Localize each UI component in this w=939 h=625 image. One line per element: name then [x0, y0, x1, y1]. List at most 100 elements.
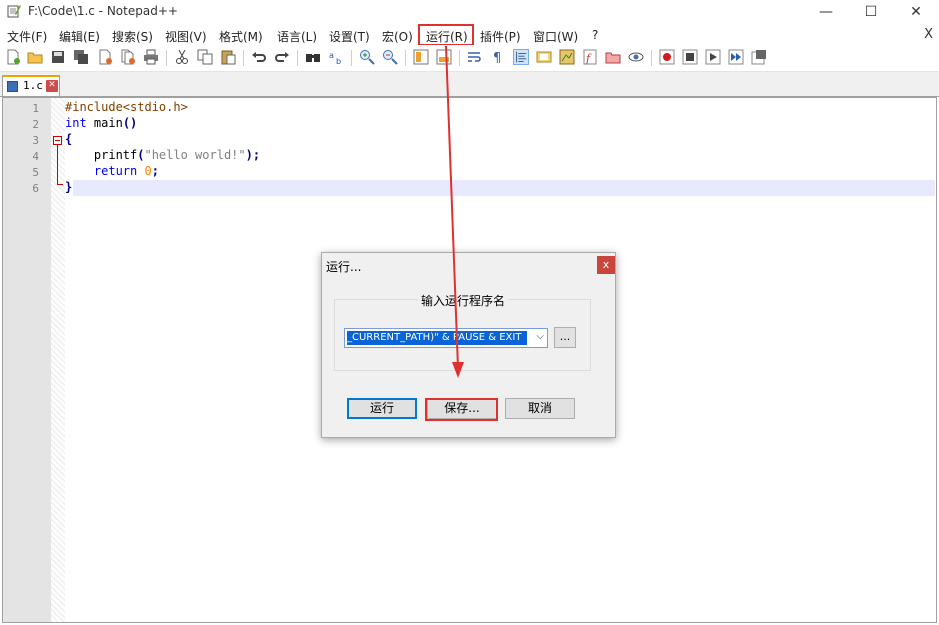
menu-search[interactable]: 搜索(S) [112, 28, 153, 45]
code-line-5: return 0; [65, 164, 159, 178]
tab-label: 1.c [23, 79, 43, 92]
fold-margin [51, 98, 65, 622]
monitoring-eye-icon[interactable] [628, 49, 644, 65]
sync-vertical-icon[interactable] [413, 49, 429, 65]
run-macro-multiple-icon[interactable] [728, 49, 744, 65]
record-macro-icon[interactable] [659, 49, 675, 65]
toolbar-separator [405, 50, 406, 66]
line-number: 1 [32, 102, 39, 115]
replace-icon[interactable]: ab [328, 49, 344, 65]
close-button[interactable]: ✕ [893, 0, 939, 24]
command-combobox[interactable]: _CURRENT_PATH)" & PAUSE & EXIT ⌵ [344, 328, 548, 348]
menu-edit[interactable]: 编辑(E) [59, 28, 100, 45]
menu-settings[interactable]: 设置(T) [329, 28, 370, 45]
menu-view[interactable]: 视图(V) [165, 28, 207, 45]
run-button[interactable]: 运行 [347, 398, 417, 419]
saved-file-icon [7, 81, 18, 92]
toolbar: ab ¶ f [0, 45, 939, 72]
run-menu-highlight [418, 24, 474, 46]
menu-language[interactable]: 语言(L) [277, 28, 317, 45]
code-line-1: #include<stdio.h> [65, 100, 188, 114]
tab-1-c[interactable]: 1.c ✕ [2, 75, 60, 96]
menu-macro[interactable]: 宏(O) [382, 28, 413, 45]
code-line-6: } [65, 180, 72, 194]
svg-text:a: a [329, 51, 334, 60]
close-document-button[interactable]: X [924, 27, 933, 42]
menu-help[interactable]: ? [592, 28, 598, 42]
paste-icon[interactable] [220, 49, 236, 65]
word-wrap-icon[interactable] [467, 49, 483, 65]
stop-macro-icon[interactable] [682, 49, 698, 65]
save-all-icon[interactable] [73, 49, 89, 65]
dialog-title: 运行... [326, 260, 362, 274]
define-language-icon[interactable] [536, 49, 552, 65]
indent-guide-icon[interactable] [513, 49, 529, 65]
play-macro-icon[interactable] [705, 49, 721, 65]
code-line-3: { [65, 132, 72, 146]
line-number: 2 [32, 118, 39, 131]
find-icon[interactable] [305, 49, 321, 65]
tab-close-icon[interactable]: ✕ [46, 80, 58, 92]
toolbar-separator [166, 50, 167, 66]
sync-horizontal-icon[interactable] [436, 49, 452, 65]
redo-icon[interactable] [274, 49, 290, 65]
toolbar-separator [351, 50, 352, 66]
line-number-gutter: 1 2 3 4 5 6 [3, 98, 51, 622]
code-token-string: "hello world!" [144, 148, 246, 162]
command-input-value[interactable]: _CURRENT_PATH)" & PAUSE & EXIT [347, 331, 527, 345]
code-token-keyword: int [65, 116, 87, 130]
function-list-icon[interactable]: f [582, 49, 598, 65]
code-line-2: int main() [65, 116, 137, 130]
menu-plugins[interactable]: 插件(P) [480, 28, 521, 45]
undo-icon[interactable] [251, 49, 267, 65]
code-token-identifier: main [86, 116, 123, 130]
fold-guide [57, 145, 58, 184]
fold-guide-end [57, 184, 63, 185]
code-token-operator: } [65, 180, 73, 194]
window-title: F:\Code\1.c - Notepad++ [28, 4, 178, 18]
close-file-icon[interactable] [97, 49, 113, 65]
show-all-chars-icon[interactable]: ¶ [490, 49, 506, 65]
line-number: 3 [32, 134, 39, 147]
toolbar-separator [459, 50, 460, 66]
tab-strip: 1.c ✕ [0, 72, 939, 97]
maximize-button[interactable]: ☐ [848, 0, 894, 24]
print-icon[interactable] [143, 49, 159, 65]
save-button-highlight [425, 398, 498, 421]
zoom-out-icon[interactable] [382, 49, 398, 65]
folder-workspace-icon[interactable] [605, 49, 621, 65]
code-token-operator: ); [245, 148, 261, 162]
minimize-button[interactable]: — [803, 0, 849, 24]
toolbar-separator [297, 50, 298, 66]
code-token-identifier: printf [65, 148, 138, 162]
code-token-number: 0 [144, 164, 152, 178]
program-name-label: 输入运行程序名 [418, 292, 509, 309]
title-bar: F:\Code\1.c - Notepad++ — ☐ ✕ [0, 0, 939, 24]
code-line-4: printf("hello world!"); [65, 148, 260, 162]
close-all-icon[interactable] [120, 49, 136, 65]
cut-icon[interactable] [174, 49, 190, 65]
code-token-operator: () [122, 116, 138, 130]
copy-icon[interactable] [197, 49, 213, 65]
cancel-button[interactable]: 取消 [505, 398, 575, 419]
code-token-keyword: return [65, 164, 138, 178]
open-file-icon[interactable] [27, 49, 43, 65]
doc-map-icon[interactable] [559, 49, 575, 65]
browse-button[interactable]: ... [554, 327, 576, 348]
toolbar-separator [651, 50, 652, 66]
menu-file[interactable]: 文件(F) [7, 28, 47, 45]
zoom-in-icon[interactable] [359, 49, 375, 65]
save-icon[interactable] [50, 49, 66, 65]
chevron-down-icon[interactable]: ⌵ [536, 331, 544, 342]
save-macro-icon[interactable] [751, 49, 767, 65]
notepad-app-icon [7, 5, 21, 18]
code-token-operator: ; [151, 164, 159, 178]
menu-format[interactable]: 格式(M) [219, 28, 263, 45]
fold-collapse-icon[interactable] [53, 136, 62, 145]
svg-text:¶: ¶ [493, 51, 501, 65]
menu-window[interactable]: 窗口(W) [533, 28, 578, 45]
new-file-icon[interactable] [5, 49, 21, 65]
line-number: 6 [32, 182, 39, 195]
toolbar-separator [243, 50, 244, 66]
dialog-close-button[interactable]: x [597, 256, 615, 274]
